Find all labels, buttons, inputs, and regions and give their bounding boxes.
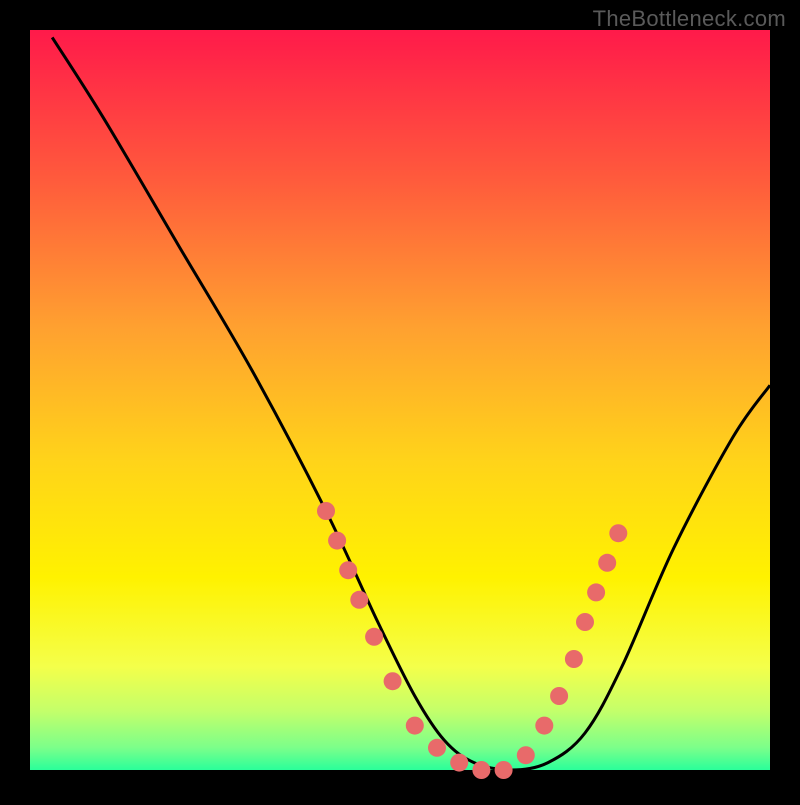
marker-dot xyxy=(535,717,553,735)
marker-dot xyxy=(339,561,357,579)
marker-dot xyxy=(598,554,616,572)
marker-dot xyxy=(450,754,468,772)
plot-background xyxy=(30,30,770,770)
marker-dot xyxy=(328,532,346,550)
marker-dot xyxy=(587,583,605,601)
marker-dot xyxy=(517,746,535,764)
marker-dot xyxy=(550,687,568,705)
marker-dot xyxy=(576,613,594,631)
marker-dot xyxy=(609,524,627,542)
marker-dot xyxy=(565,650,583,668)
marker-dot xyxy=(406,717,424,735)
marker-dot xyxy=(384,672,402,690)
marker-dot xyxy=(428,739,446,757)
marker-dot xyxy=(365,628,383,646)
marker-dot xyxy=(317,502,335,520)
marker-dot xyxy=(350,591,368,609)
marker-dot xyxy=(495,761,513,779)
marker-dot xyxy=(472,761,490,779)
chart-container: TheBottleneck.com xyxy=(0,0,800,800)
chart-svg xyxy=(0,0,800,800)
watermark-text: TheBottleneck.com xyxy=(593,6,786,32)
